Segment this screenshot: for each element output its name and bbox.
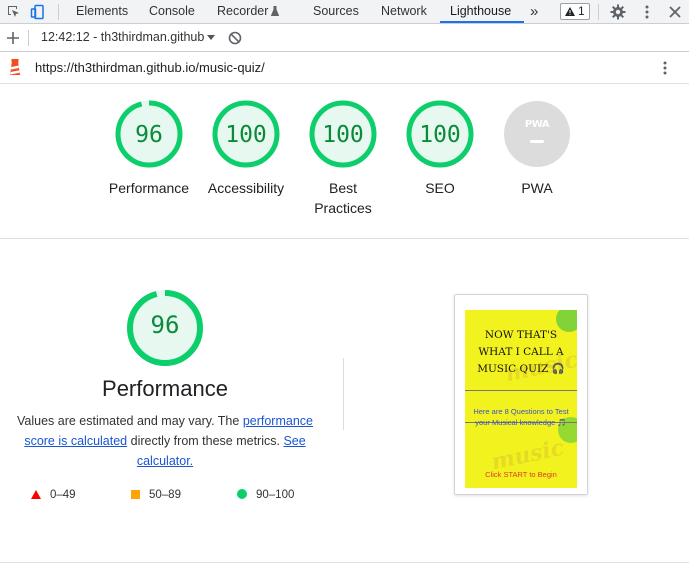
active-tab-indicator bbox=[440, 21, 524, 23]
report-url-bar: https://th3thirdman.github.io/music-quiz… bbox=[0, 52, 689, 84]
devtools-window: Elements Console Recorder Sources Networ… bbox=[0, 0, 689, 566]
screenshot-divider bbox=[465, 390, 577, 391]
gauge-label: Performance bbox=[108, 180, 190, 196]
legend-label: 90–100 bbox=[256, 489, 295, 501]
gauge-seo[interactable]: 100 SEO bbox=[392, 100, 488, 198]
description-text: directly from these metrics. bbox=[127, 434, 284, 448]
tab-lighthouse[interactable]: Lighthouse bbox=[450, 0, 511, 23]
vertical-divider bbox=[343, 358, 344, 430]
gauge-pwa[interactable]: PWA PWA bbox=[489, 100, 585, 198]
chevron-down-icon[interactable] bbox=[207, 35, 215, 40]
tab-label: Network bbox=[381, 4, 427, 18]
tab-console[interactable]: Console bbox=[149, 0, 195, 23]
tab-recorder[interactable]: Recorder bbox=[217, 0, 280, 23]
tab-sources[interactable]: Sources bbox=[313, 0, 359, 23]
gauge-label: PWA bbox=[521, 180, 553, 196]
lighthouse-logo bbox=[10, 59, 20, 75]
screenshot-subtitle: Here are 8 Questions to Test your Musica… bbox=[473, 407, 569, 427]
more-tabs-button[interactable]: » bbox=[530, 0, 538, 23]
toolbar-separator bbox=[598, 4, 599, 20]
gauge-label: Best Practices bbox=[314, 180, 372, 216]
toolbar-separator bbox=[28, 30, 29, 46]
score-value: 100 bbox=[419, 122, 461, 148]
warning-counter-button[interactable]: 1 bbox=[560, 3, 590, 20]
gauge-label: SEO bbox=[425, 180, 455, 196]
score-value: 100 bbox=[322, 122, 364, 148]
more-tabs-glyph: » bbox=[530, 3, 539, 20]
performance-score-value: 96 bbox=[150, 311, 180, 339]
tab-elements[interactable]: Elements bbox=[76, 0, 128, 23]
gauge-best-practices[interactable]: 100 Best Practices bbox=[295, 100, 391, 218]
legend-label: 0–49 bbox=[50, 489, 76, 501]
tab-label: Console bbox=[149, 4, 195, 18]
tab-network[interactable]: Network bbox=[381, 0, 427, 23]
bottom-border bbox=[0, 562, 689, 563]
pwa-badge-icon: PWA bbox=[504, 101, 570, 167]
more-vert-icon[interactable] bbox=[639, 4, 655, 20]
legend-label: 50–89 bbox=[149, 489, 181, 501]
performance-title: Performance bbox=[102, 376, 228, 401]
gauge-accessibility[interactable]: 100 Accessibility bbox=[198, 100, 294, 198]
tab-label: Lighthouse bbox=[450, 4, 512, 18]
tab-label: Recorder bbox=[217, 4, 269, 18]
clear-icon[interactable] bbox=[227, 30, 243, 46]
warning-icon bbox=[565, 7, 575, 16]
toolbar-separator bbox=[58, 4, 59, 20]
final-screenshot[interactable]: music music NOW THAT'S WHAT I CALL A MUS… bbox=[454, 294, 588, 495]
gauge-label: Accessibility bbox=[207, 180, 285, 196]
performance-description: Values are estimated and may vary. The p… bbox=[14, 411, 316, 471]
flask-icon bbox=[271, 6, 280, 16]
lighthouse-toolbar: 12:42:12 - th3thirdman.github bbox=[0, 24, 689, 52]
warning-count: 1 bbox=[578, 4, 585, 18]
screenshot-content: music music NOW THAT'S WHAT I CALL A MUS… bbox=[465, 310, 577, 488]
settings-gear-icon[interactable] bbox=[610, 4, 626, 20]
inspect-icon[interactable] bbox=[6, 4, 22, 20]
close-icon[interactable] bbox=[667, 4, 683, 20]
legend-pass: 90–100 bbox=[237, 489, 294, 501]
legend-average: 50–89 bbox=[131, 489, 181, 501]
score-value: 96 bbox=[135, 122, 163, 148]
description-text: Values are estimated and may vary. The bbox=[17, 414, 243, 428]
legend-fail: 0–49 bbox=[31, 489, 76, 501]
add-icon[interactable] bbox=[5, 30, 21, 46]
section-divider bbox=[0, 238, 689, 239]
tab-label: Sources bbox=[313, 4, 359, 18]
more-vert-icon[interactable] bbox=[657, 60, 673, 76]
report-url: https://th3thirdman.github.io/music-quiz… bbox=[35, 60, 265, 75]
red-triangle-icon bbox=[31, 490, 41, 499]
screenshot-title: NOW THAT'S WHAT I CALL A MUSIC QUIZ 🎧 bbox=[477, 329, 565, 375]
gauge-performance[interactable]: 96 Performance bbox=[101, 100, 197, 198]
devtools-tab-bar: Elements Console Recorder Sources Networ… bbox=[0, 0, 689, 24]
green-circle-icon bbox=[237, 489, 247, 499]
report-selector[interactable]: 12:42:12 - th3thirdman.github bbox=[41, 30, 204, 44]
pwa-badge-text: PWA bbox=[525, 119, 550, 130]
tab-label: Elements bbox=[76, 4, 129, 18]
screenshot-cta: Click START to Begin bbox=[485, 470, 557, 479]
orange-square-icon bbox=[131, 490, 140, 499]
score-value: 100 bbox=[225, 122, 267, 148]
device-toggle-icon[interactable] bbox=[30, 4, 46, 20]
